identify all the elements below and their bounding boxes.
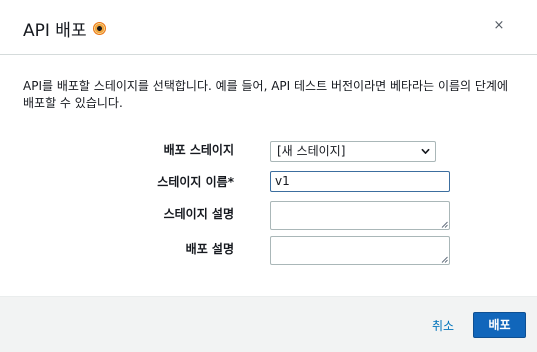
info-icon[interactable] [92,22,106,35]
dialog-footer: 취소 배포 [0,296,537,352]
deployment-stage-select[interactable]: [새 스테이지] [270,141,436,162]
dialog-header: API 배포 × [0,0,537,55]
deploy-button[interactable]: 배포 [473,312,526,338]
dialog-description: API를 배포할 스테이지를 선택합니다. 예를 들어, API 테스트 버전이… [23,79,508,110]
cancel-button[interactable]: 취소 [432,317,454,334]
stage-description-label: 스테이지 설명 [163,207,234,221]
resize-grip-icon[interactable] [441,221,448,228]
deployment-description-textarea[interactable] [270,236,450,265]
deployment-description-label: 배포 설명 [185,242,234,256]
dialog-title: API 배포 [23,21,87,41]
deployment-stage-selected: [새 스테이지] [277,144,346,158]
stage-name-label: 스테이지 이름* [157,175,234,189]
dialog-title-wrap: API 배포 [23,16,106,41]
chevron-down-icon [421,148,430,154]
resize-grip-icon[interactable] [441,256,448,263]
close-icon[interactable]: × [491,18,507,34]
stage-description-textarea[interactable] [270,201,450,230]
deploy-api-dialog: API 배포 × API를 배포할 스테이지를 선택합니다. 예를 들어, AP… [0,0,537,352]
deployment-stage-label: 배포 스테이지 [163,143,234,157]
stage-name-input[interactable]: v1 [270,171,450,192]
